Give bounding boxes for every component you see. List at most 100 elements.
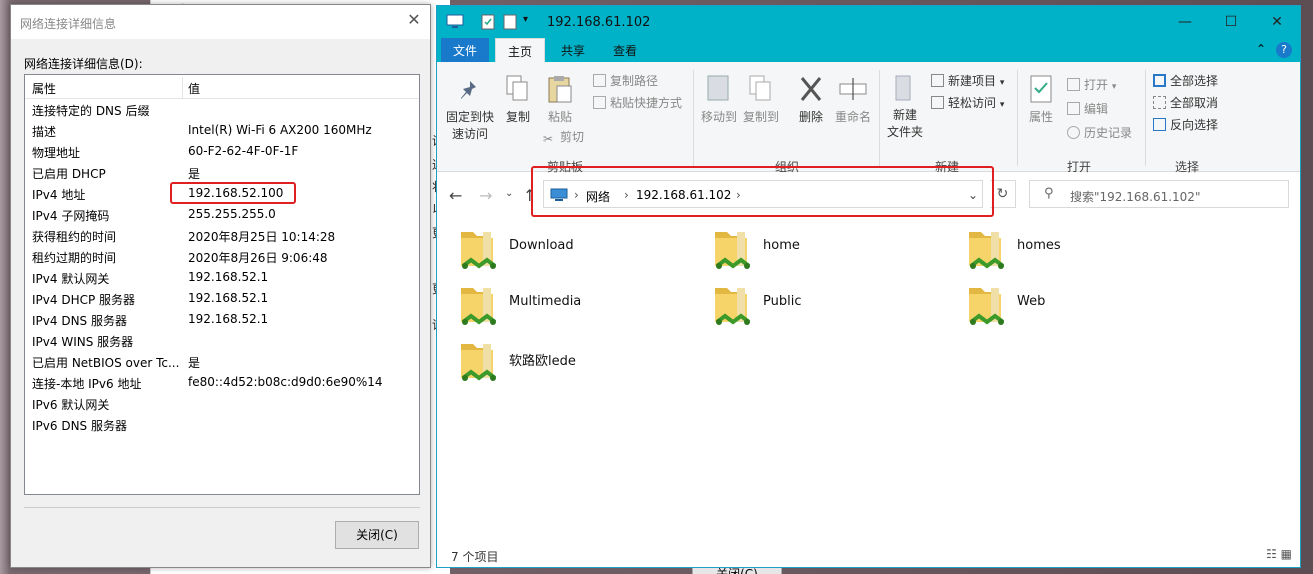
property-value: 192.168.52.1 <box>188 312 269 326</box>
view-toggle[interactable]: ☷ ▦ <box>1266 547 1292 561</box>
computer-icon <box>446 14 464 28</box>
column-separator[interactable] <box>182 77 183 99</box>
edit-icon <box>1067 102 1080 115</box>
copy-icon <box>506 75 528 101</box>
copy-button[interactable]: 复制 <box>503 74 533 125</box>
table-row[interactable]: 租约过期的时间 2020年8月26日 9:06:48 <box>25 246 419 267</box>
search-input[interactable]: ⚲ 搜索"192.168.61.102" <box>1029 180 1289 208</box>
recent-locations-icon[interactable]: ⌄ <box>505 188 513 199</box>
history-button[interactable]: 历史记录 <box>1067 124 1132 141</box>
cut-button[interactable]: ✂ 剪切 <box>543 128 584 146</box>
item-name: Multimedia <box>509 294 582 309</box>
status-item-count: 7 个项目 <box>451 550 499 564</box>
list-item[interactable]: homes <box>965 226 1195 278</box>
new-item-button[interactable]: 新建项目 ▾ <box>931 72 1004 89</box>
table-row[interactable]: 获得租约的时间 2020年8月25日 10:14:28 <box>25 225 419 246</box>
group-separator <box>1145 70 1146 166</box>
new-folder-icon <box>895 75 911 101</box>
table-row[interactable]: IPv6 DNS 服务器 <box>25 414 419 435</box>
new-folder-label1: 新建 <box>892 108 917 122</box>
property-name: 连接特定的 DNS 后缀 <box>32 104 150 118</box>
tab-file[interactable]: 文件 <box>441 38 490 63</box>
close-button[interactable]: 关闭(C) <box>335 521 419 549</box>
new-folder-label2: 文件夹 <box>886 125 923 139</box>
easy-access-button[interactable]: 轻松访问 ▾ <box>931 94 1004 111</box>
rename-button[interactable]: 重命名 <box>833 74 873 125</box>
column-header-property[interactable]: 属性 <box>32 80 56 97</box>
minimize-button[interactable]: — <box>1162 6 1208 38</box>
table-row[interactable]: 连接-本地 IPv6 地址 fe80::4d52:b08c:d9d0:6e90%1… <box>25 372 419 393</box>
collapse-ribbon-icon[interactable]: ⌃ <box>1256 42 1266 56</box>
table-row[interactable]: IPv4 默认网关 192.168.52.1 <box>25 267 419 288</box>
paste-button[interactable]: 粘贴 <box>543 74 577 125</box>
new-folder-button[interactable]: 新建 文件夹 <box>883 74 927 140</box>
tab-home[interactable]: 主页 <box>495 38 546 63</box>
details-view-icon[interactable]: ☷ <box>1266 547 1277 561</box>
property-value: 是 <box>188 167 201 181</box>
pin-label1: 固定到快 <box>445 110 494 124</box>
copy-to-button[interactable]: 复制到 <box>741 74 781 125</box>
details-list[interactable]: 属性 值 连接特定的 DNS 后缀描述 Intel(R) Wi-Fi 6 AX20… <box>24 74 420 495</box>
paste-shortcut-label: 粘贴快捷方式 <box>610 96 683 110</box>
paste-shortcut-icon <box>593 96 606 109</box>
item-name: 软路欧lede <box>509 354 576 369</box>
column-header-value[interactable]: 值 <box>188 80 200 97</box>
select-all-button[interactable]: 全部选择 <box>1153 72 1218 89</box>
open-button[interactable]: 打开 ▾ <box>1067 76 1116 93</box>
table-row[interactable]: 连接特定的 DNS 后缀 <box>25 99 419 120</box>
delete-icon <box>800 77 822 101</box>
list-item[interactable]: Multimedia <box>457 282 687 334</box>
table-row[interactable]: IPv4 WINS 服务器 <box>25 330 419 351</box>
list-item[interactable]: 软路欧lede <box>457 338 687 390</box>
close-button[interactable]: ✕ <box>1254 6 1300 38</box>
table-row[interactable]: 已启用 DHCP 是 <box>25 162 419 183</box>
easy-access-icon <box>931 96 944 109</box>
table-row[interactable]: 物理地址 60-F2-62-4F-0F-1F <box>25 141 419 162</box>
large-icons-view-icon[interactable]: ▦ <box>1281 547 1292 561</box>
list-item[interactable]: home <box>711 226 941 278</box>
chevron-down-icon: ▾ <box>999 100 1005 110</box>
network-folder-icon <box>457 226 499 274</box>
property-value: 60-F2-62-4F-0F-1F <box>188 144 299 158</box>
table-row[interactable]: IPv4 DHCP 服务器 192.168.52.1 <box>25 288 419 309</box>
list-item[interactable]: Web <box>965 282 1195 334</box>
maximize-button[interactable]: ☐ <box>1208 6 1254 38</box>
tab-view[interactable]: 查看 <box>601 38 649 63</box>
property-value: 是 <box>188 356 201 370</box>
new-folder-quick-icon[interactable] <box>503 14 517 30</box>
forward-arrow-icon[interactable]: → <box>479 186 492 205</box>
help-icon[interactable]: ? <box>1276 42 1292 58</box>
paste-shortcut-button[interactable]: 粘贴快捷方式 <box>593 94 682 111</box>
property-name: IPv6 DNS 服务器 <box>32 419 127 433</box>
copy-path-button[interactable]: 复制路径 <box>593 72 658 89</box>
select-none-button[interactable]: 全部取消 <box>1153 94 1218 111</box>
properties-button[interactable]: 属性 <box>1023 74 1059 125</box>
group-separator <box>879 70 880 166</box>
dialog-title: 网络连接详细信息 <box>11 5 430 39</box>
dialog-close-icon[interactable]: ✕ <box>406 12 422 28</box>
paste-label: 粘贴 <box>547 110 572 124</box>
new-item-label: 新建项目 <box>948 74 997 88</box>
properties-label: 属性 <box>1028 110 1053 124</box>
select-none-label: 全部取消 <box>1170 96 1219 110</box>
table-row[interactable]: 描述 Intel(R) Wi-Fi 6 AX200 160MHz <box>25 120 419 141</box>
properties-quick-icon[interactable] <box>481 14 495 30</box>
chevron-down-icon[interactable]: ▾ <box>523 14 537 30</box>
table-row[interactable]: IPv6 默认网关 <box>25 393 419 414</box>
list-item[interactable]: Download <box>457 226 687 278</box>
pin-quick-access-button[interactable]: 固定到快 速访问 <box>443 78 497 142</box>
delete-button[interactable]: 删除 <box>793 74 829 125</box>
list-item[interactable]: Public <box>711 282 941 334</box>
table-row[interactable]: 已启用 NetBIOS over Tc... 是 <box>25 351 419 372</box>
edit-button[interactable]: 编辑 <box>1067 100 1108 117</box>
property-name: 物理地址 <box>32 146 81 160</box>
invert-selection-button[interactable]: 反向选择 <box>1153 116 1218 133</box>
property-name: IPv4 DHCP 服务器 <box>32 293 136 307</box>
table-row[interactable]: IPv4 DNS 服务器 192.168.52.1 <box>25 309 419 330</box>
back-arrow-icon[interactable]: ← <box>449 186 462 205</box>
move-to-button[interactable]: 移动到 <box>699 74 739 125</box>
table-row[interactable]: IPv4 子网掩码 255.255.255.0 <box>25 204 419 225</box>
tab-share[interactable]: 共享 <box>549 38 597 63</box>
copy-label: 复制 <box>505 110 530 124</box>
network-folder-icon <box>965 226 1007 274</box>
